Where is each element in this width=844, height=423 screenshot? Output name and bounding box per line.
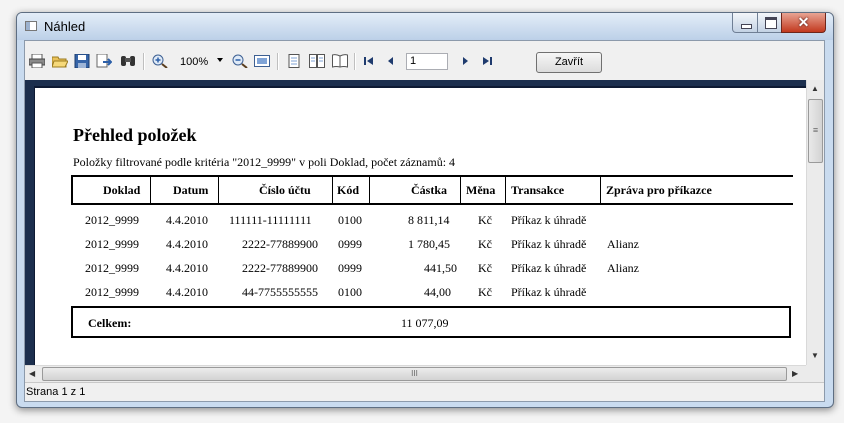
column-divider bbox=[150, 175, 151, 205]
table-cell: 2012_9999 bbox=[85, 237, 139, 251]
column-divider bbox=[332, 175, 333, 205]
column-header-datum: Datum bbox=[173, 183, 209, 197]
table-cell: 111111-11111111 bbox=[229, 213, 312, 227]
table-cell: 2222-77889900 bbox=[242, 237, 318, 251]
find-icon[interactable] bbox=[120, 54, 136, 68]
table-cell: Kč bbox=[478, 261, 492, 275]
horizontal-scroll-thumb[interactable]: III bbox=[42, 367, 787, 381]
table-cell: Příkaz k úhradě bbox=[511, 285, 587, 299]
vertical-scrollbar[interactable]: ▲ ≡ ▼ bbox=[806, 80, 824, 365]
table-cell: 4.4.2010 bbox=[166, 285, 208, 299]
table-cell: 4.4.2010 bbox=[166, 213, 208, 227]
horizontal-scrollbar[interactable]: ◀ III ▶ bbox=[25, 365, 806, 382]
table-cell: 2012_9999 bbox=[85, 213, 139, 227]
status-bar: Strana 1 z 1 bbox=[25, 382, 824, 401]
multi-page-icon[interactable] bbox=[309, 54, 325, 68]
grip-icon: ≡ bbox=[812, 125, 819, 135]
scroll-right-icon[interactable]: ▶ bbox=[792, 369, 798, 379]
table-cell: 0100 bbox=[338, 285, 362, 299]
fit-page-icon[interactable] bbox=[254, 54, 270, 68]
window-icon bbox=[25, 21, 37, 31]
column-header-castka: Částka bbox=[411, 183, 448, 197]
column-header-kod: Kód bbox=[337, 183, 360, 197]
total-label: Celkem: bbox=[88, 316, 132, 330]
zoom-select[interactable]: 100% bbox=[180, 56, 208, 68]
column-header-cislo-uctu: Číslo účtu bbox=[259, 183, 311, 197]
single-page-icon[interactable] bbox=[286, 54, 302, 68]
column-header-transakce: Transakce bbox=[511, 183, 565, 197]
next-page-icon[interactable] bbox=[457, 54, 473, 68]
close-window-button[interactable]: ✕ bbox=[781, 13, 826, 33]
report-page: Přehled položek Položky filtrované podle… bbox=[34, 86, 806, 365]
table-cell: 0999 bbox=[338, 261, 362, 275]
export-icon[interactable] bbox=[96, 54, 112, 68]
table-cell: 4.4.2010 bbox=[166, 261, 208, 275]
previous-page-icon[interactable] bbox=[383, 54, 399, 68]
table-cell: 2012_9999 bbox=[85, 285, 139, 299]
scroll-left-icon[interactable]: ◀ bbox=[29, 369, 35, 379]
scroll-corner bbox=[806, 365, 824, 382]
preview-viewport: Přehled položek Položky filtrované podle… bbox=[25, 80, 806, 365]
print-icon[interactable] bbox=[29, 54, 45, 68]
table-cell: Příkaz k úhradě bbox=[511, 261, 587, 275]
title-bar[interactable]: Náhled ✕ bbox=[17, 13, 833, 40]
table-cell: Kč bbox=[478, 213, 492, 227]
vertical-scroll-thumb[interactable]: ≡ bbox=[808, 99, 823, 163]
total-value: 11 077,09 bbox=[401, 316, 449, 330]
zoom-out-icon[interactable] bbox=[232, 54, 248, 68]
column-divider bbox=[369, 175, 370, 205]
table-cell: Příkaz k úhradě bbox=[511, 237, 587, 251]
minimize-icon bbox=[741, 24, 752, 29]
column-header-doklad: Doklad bbox=[103, 183, 141, 197]
toolbar: 100% 1 Zavřít bbox=[25, 41, 824, 80]
client-area: 100% 1 Zavřít Přehled položek Položky fi… bbox=[24, 40, 825, 402]
table-cell: 0999 bbox=[338, 237, 362, 251]
table-cell: 4.4.2010 bbox=[166, 237, 208, 251]
window-title: Náhled bbox=[44, 19, 86, 34]
column-header-zprava: Zpráva pro příkazce bbox=[606, 183, 712, 197]
scroll-up-icon[interactable]: ▲ bbox=[811, 84, 819, 94]
toolbar-separator bbox=[277, 53, 279, 70]
table-cell: 44-7755555555 bbox=[242, 285, 318, 299]
maximize-icon bbox=[765, 17, 777, 29]
report-title: Přehled položek bbox=[73, 125, 197, 145]
table-cell: Alianz bbox=[607, 261, 639, 275]
close-icon: ✕ bbox=[797, 14, 810, 30]
zoom-in-icon[interactable] bbox=[152, 54, 168, 68]
table-cell: 44,00 bbox=[424, 285, 451, 299]
table-cell: 8 811,14 bbox=[408, 213, 450, 227]
page-status: Strana 1 z 1 bbox=[26, 386, 86, 398]
table-cell: Alianz bbox=[607, 237, 639, 251]
column-divider bbox=[505, 175, 506, 205]
table-cell: Kč bbox=[478, 285, 492, 299]
first-page-icon[interactable] bbox=[361, 54, 377, 68]
preview-window: Náhled ✕ 100% 1 Zavřít Přehled položek P… bbox=[16, 12, 834, 408]
close-button[interactable]: Zavřít bbox=[536, 52, 602, 73]
maximize-button[interactable] bbox=[757, 13, 782, 33]
table-cell: Příkaz k úhradě bbox=[511, 213, 587, 227]
table-cell: 0100 bbox=[338, 213, 362, 227]
table-cell: 441,50 bbox=[424, 261, 457, 275]
table-cell: Kč bbox=[478, 237, 492, 251]
last-page-icon[interactable] bbox=[479, 54, 495, 68]
report-subtitle: Položky filtrované podle kritéria "2012_… bbox=[73, 155, 456, 169]
page-number-input[interactable]: 1 bbox=[406, 53, 448, 70]
book-icon[interactable] bbox=[332, 54, 348, 68]
table-cell: 2012_9999 bbox=[85, 261, 139, 275]
column-divider bbox=[460, 175, 461, 205]
save-icon[interactable] bbox=[74, 54, 90, 68]
table-cell: 1 780,45 bbox=[408, 237, 450, 251]
toolbar-separator bbox=[143, 53, 145, 70]
column-divider bbox=[218, 175, 219, 205]
toolbar-separator bbox=[354, 53, 356, 70]
table-cell: 2222-77889900 bbox=[242, 261, 318, 275]
scroll-down-icon[interactable]: ▼ bbox=[811, 351, 819, 361]
chevron-down-icon[interactable] bbox=[217, 58, 223, 62]
column-divider bbox=[600, 175, 601, 205]
open-icon[interactable] bbox=[52, 54, 68, 68]
column-header-mena: Měna bbox=[466, 183, 496, 197]
minimize-button[interactable] bbox=[732, 13, 758, 33]
